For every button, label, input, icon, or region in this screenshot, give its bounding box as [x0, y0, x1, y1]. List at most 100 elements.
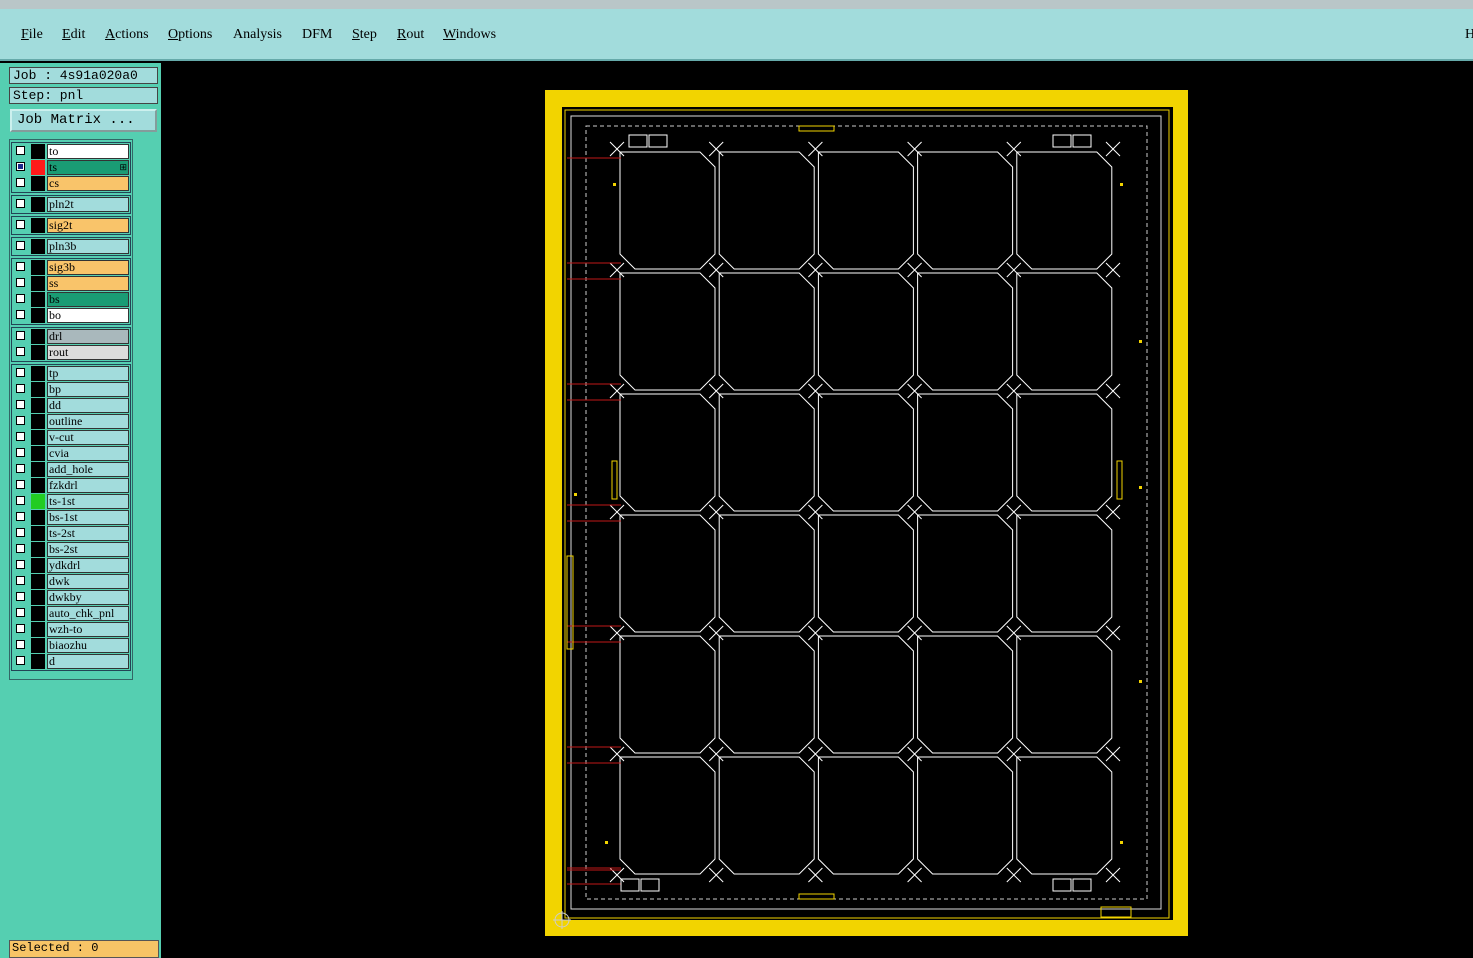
layer-name[interactable]: pln3b — [47, 239, 129, 254]
menu-actions[interactable]: Actions — [105, 27, 149, 43]
layer-color-swatch[interactable] — [31, 366, 45, 381]
layer-color-swatch[interactable] — [31, 144, 45, 159]
layer-color-swatch[interactable] — [31, 345, 45, 360]
layer-name[interactable]: ydkdrl — [47, 558, 129, 573]
layer-name[interactable]: dwk — [47, 574, 129, 589]
layer-color-swatch[interactable] — [31, 526, 45, 541]
layer-name[interactable]: tp — [47, 366, 129, 381]
layer-row-ts[interactable]: ts ⊞ — [13, 160, 129, 175]
layer-row-bs[interactable]: bs — [13, 292, 129, 307]
layer-color-swatch[interactable] — [31, 606, 45, 621]
layer-row-drl[interactable]: drl — [13, 329, 129, 344]
menu-windows[interactable]: Windows — [443, 27, 496, 43]
layer-row-bo[interactable]: bo — [13, 308, 129, 323]
layer-color-swatch[interactable] — [31, 276, 45, 291]
layer-row-tp[interactable]: tp — [13, 366, 129, 381]
layer-row-v-cut[interactable]: v-cut — [13, 430, 129, 445]
layer-row-sig3b[interactable]: sig3b — [13, 260, 129, 275]
menu-file[interactable]: File — [21, 27, 43, 43]
layer-color-swatch[interactable] — [31, 398, 45, 413]
layer-color-swatch[interactable] — [31, 574, 45, 589]
layer-color-swatch[interactable] — [31, 414, 45, 429]
layer-name[interactable]: outline — [47, 414, 129, 429]
layer-checkbox[interactable] — [16, 384, 25, 393]
layer-color-swatch[interactable] — [31, 239, 45, 254]
layer-checkbox[interactable] — [16, 178, 25, 187]
menu-step[interactable]: Step — [352, 27, 377, 43]
layer-name[interactable]: to — [47, 144, 129, 159]
layer-name[interactable]: auto_chk_pnl — [47, 606, 129, 621]
layer-color-swatch[interactable] — [31, 654, 45, 669]
layer-name[interactable]: sig2t — [47, 218, 129, 233]
layer-name[interactable]: ts ⊞ — [47, 160, 129, 175]
layer-checkbox[interactable] — [16, 278, 25, 287]
layer-checkbox[interactable] — [16, 262, 25, 271]
menu-rout[interactable]: Rout — [397, 27, 424, 43]
menu-analysis[interactable]: Analysis — [233, 27, 282, 43]
layer-row-outline[interactable]: outline — [13, 414, 129, 429]
layer-color-swatch[interactable] — [31, 542, 45, 557]
layer-checkbox[interactable] — [16, 560, 25, 569]
layer-color-swatch[interactable] — [31, 638, 45, 653]
layer-row-ss[interactable]: ss — [13, 276, 129, 291]
layer-checkbox[interactable] — [16, 656, 25, 665]
layer-row-ydkdrl[interactable]: ydkdrl — [13, 558, 129, 573]
layer-name[interactable]: fzkdrl — [47, 478, 129, 493]
layer-name[interactable]: cs — [47, 176, 129, 191]
menu-options[interactable]: Options — [168, 27, 212, 43]
layer-color-swatch[interactable] — [31, 558, 45, 573]
layer-checkbox[interactable] — [16, 199, 25, 208]
layer-color-swatch[interactable] — [31, 590, 45, 605]
layer-checkbox[interactable] — [16, 480, 25, 489]
layer-checkbox[interactable] — [16, 464, 25, 473]
layer-checkbox[interactable] — [16, 640, 25, 649]
layer-checkbox[interactable] — [16, 496, 25, 505]
layer-row-cvia[interactable]: cvia — [13, 446, 129, 461]
layer-color-swatch[interactable] — [31, 446, 45, 461]
layer-color-swatch[interactable] — [31, 430, 45, 445]
layer-name[interactable]: ts-2st — [47, 526, 129, 541]
layer-checkbox[interactable] — [16, 347, 25, 356]
layer-checkbox[interactable] — [16, 512, 25, 521]
panel-drawing[interactable] — [161, 63, 1473, 958]
layer-row-cs[interactable]: cs — [13, 176, 129, 191]
layer-checkbox[interactable] — [16, 528, 25, 537]
layer-color-swatch[interactable] — [31, 308, 45, 323]
layer-checkbox[interactable] — [16, 400, 25, 409]
layer-checkbox[interactable] — [16, 544, 25, 553]
layer-row-bs-2st[interactable]: bs-2st — [13, 542, 129, 557]
layer-row-to[interactable]: to — [13, 144, 129, 159]
layer-color-swatch[interactable] — [31, 478, 45, 493]
layer-color-swatch[interactable] — [31, 510, 45, 525]
layer-row-biaozhu[interactable]: biaozhu — [13, 638, 129, 653]
layer-name[interactable]: dwkby — [47, 590, 129, 605]
layer-color-swatch[interactable] — [31, 292, 45, 307]
layer-checkbox[interactable] — [16, 310, 25, 319]
layer-row-d[interactable]: d — [13, 654, 129, 669]
layer-color-swatch[interactable] — [31, 160, 45, 175]
layer-checkbox[interactable] — [16, 162, 25, 171]
layer-color-swatch[interactable] — [31, 197, 45, 212]
graphics-canvas[interactable] — [161, 63, 1473, 958]
layer-row-auto_chk_pnl[interactable]: auto_chk_pnl — [13, 606, 129, 621]
layer-checkbox[interactable] — [16, 331, 25, 340]
menu-edit[interactable]: Edit — [62, 27, 85, 43]
layer-name[interactable]: biaozhu — [47, 638, 129, 653]
layer-name[interactable]: wzh-to — [47, 622, 129, 637]
layer-color-swatch[interactable] — [31, 329, 45, 344]
layer-name[interactable]: dd — [47, 398, 129, 413]
layer-row-bp[interactable]: bp — [13, 382, 129, 397]
layer-name[interactable]: rout — [47, 345, 129, 360]
layer-name[interactable]: sig3b — [47, 260, 129, 275]
layer-row-sig2t[interactable]: sig2t — [13, 218, 129, 233]
layer-name[interactable]: bp — [47, 382, 129, 397]
layer-color-swatch[interactable] — [31, 176, 45, 191]
layer-row-ts-1st[interactable]: ts-1st — [13, 494, 129, 509]
layer-name[interactable]: d — [47, 654, 129, 669]
layer-checkbox[interactable] — [16, 220, 25, 229]
layer-color-swatch[interactable] — [31, 622, 45, 637]
layer-name[interactable]: pln2t — [47, 197, 129, 212]
layer-name[interactable]: add_hole — [47, 462, 129, 477]
layer-color-swatch[interactable] — [31, 218, 45, 233]
menu-item-help-clipped[interactable]: H — [1465, 27, 1473, 43]
